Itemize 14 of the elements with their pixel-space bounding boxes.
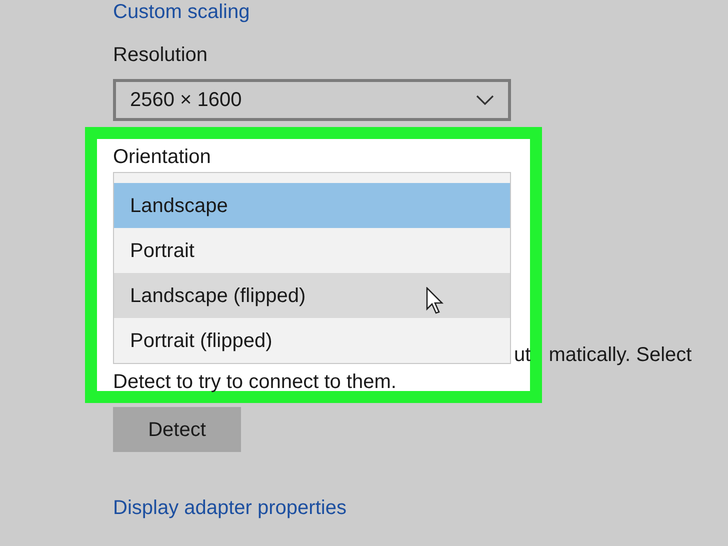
custom-scaling-link[interactable]: Custom scaling (113, 0, 250, 24)
dropdown-option[interactable]: Landscape (flipped) (114, 273, 510, 318)
note-text: Detect to try to connect to them. (113, 370, 396, 394)
display-adapter-properties-link[interactable]: Display adapter properties (113, 496, 346, 520)
chevron-down-icon (476, 95, 494, 105)
dropdown-option[interactable]: Portrait (flipped) (114, 318, 510, 363)
dropdown-option[interactable]: Portrait (114, 228, 510, 273)
dropdown-option[interactable]: Landscape (114, 183, 510, 228)
detect-button[interactable]: Detect (113, 407, 241, 452)
orientation-label: Orientation (113, 145, 211, 169)
mouse-cursor-icon (426, 287, 444, 315)
resolution-label: Resolution (113, 43, 208, 67)
note-text: matically. Select (548, 343, 692, 367)
resolution-dropdown[interactable]: 2560 × 1600 (113, 79, 511, 121)
